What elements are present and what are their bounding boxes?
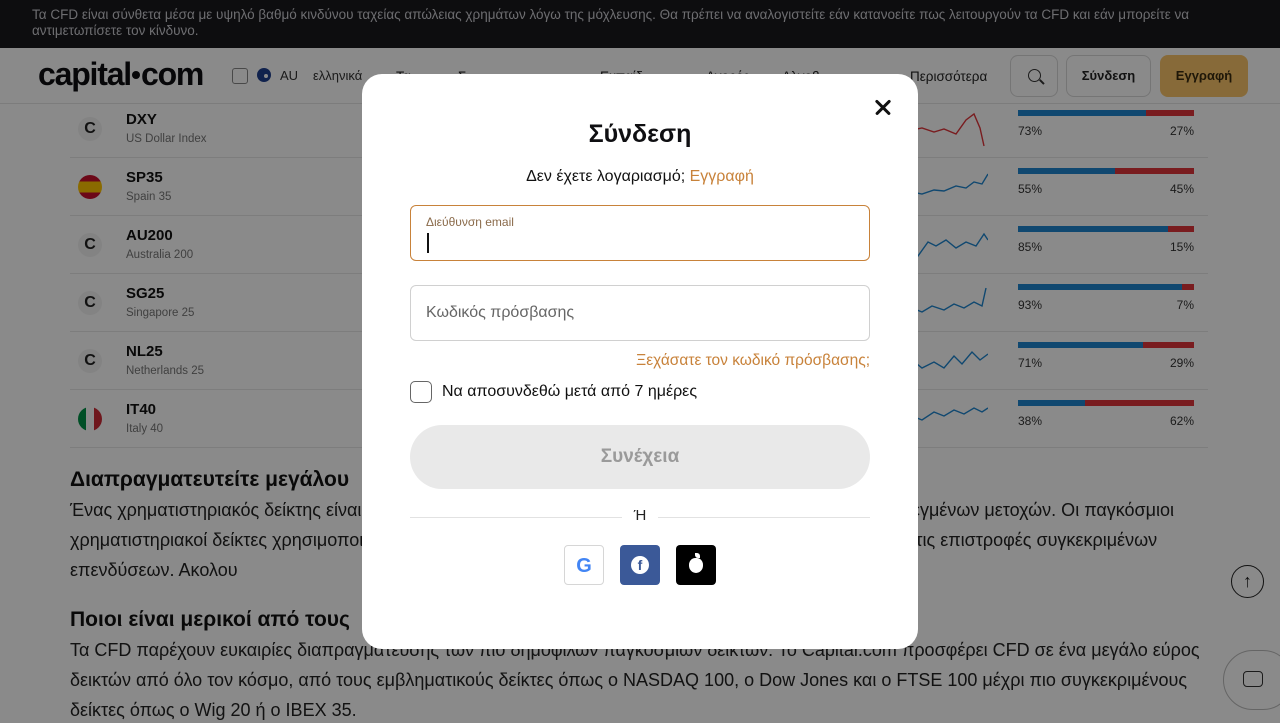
google-login-button[interactable]: G: [564, 545, 604, 585]
facebook-login-button[interactable]: f: [620, 545, 660, 585]
modal-title: Σύνδεση: [588, 120, 692, 148]
apple-login-button[interactable]: [676, 545, 716, 585]
password-field[interactable]: Κωδικός πρόσβασης: [410, 285, 870, 341]
email-field[interactable]: Διεύθυνση email: [410, 205, 870, 261]
apple-icon: [689, 553, 703, 573]
email-field-label: Διεύθυνση email: [426, 215, 514, 229]
google-icon: G: [576, 555, 592, 577]
or-label: Ή: [622, 507, 658, 524]
password-placeholder: Κωδικός πρόσβασης: [426, 304, 575, 321]
facebook-icon: f: [631, 556, 649, 574]
register-link[interactable]: Εγγραφή: [690, 168, 754, 185]
forgot-password-link[interactable]: Ξεχάσατε τον κωδικό πρόσβασης;: [410, 352, 870, 370]
continue-button[interactable]: Συνέχεια: [410, 425, 870, 489]
close-icon[interactable]: [870, 95, 896, 121]
no-account-text: Δεν έχετε λογαριασμό; Εγγραφή: [362, 168, 918, 186]
no-account-label: Δεν έχετε λογαριασμό;: [526, 168, 686, 185]
text-caret: [427, 233, 429, 253]
login-modal: Σύνδεση Δεν έχετε λογαριασμό; Εγγραφή Δι…: [362, 74, 918, 649]
remember-checkbox-label[interactable]: Να αποσυνδεθώ μετά από 7 ημέρες: [442, 383, 697, 401]
remember-checkbox[interactable]: [410, 381, 432, 403]
